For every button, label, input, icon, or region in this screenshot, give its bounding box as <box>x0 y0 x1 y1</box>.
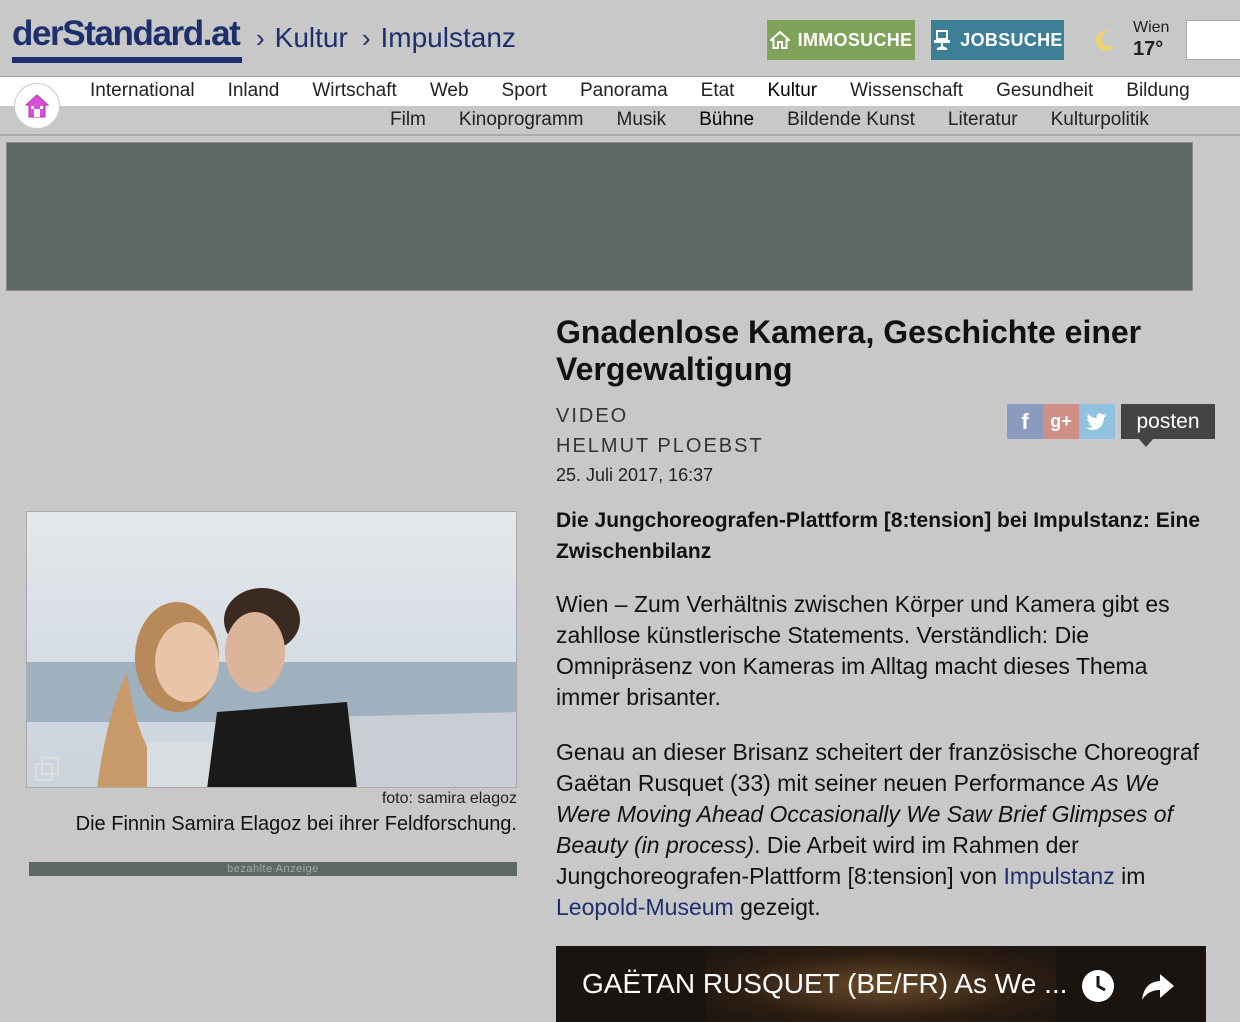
subnav-item-film[interactable]: Film <box>390 109 426 131</box>
subnav-item-literatur[interactable]: Literatur <box>948 109 1018 131</box>
article-date: 25. Juli 2017, 16:37 <box>556 465 714 485</box>
home-icon <box>24 94 50 118</box>
impulstanz-link[interactable]: Impulstanz <box>1003 863 1114 889</box>
photo-caption: Die Finnin Samira Elagoz bei ihrer Feldf… <box>75 813 517 835</box>
weather-city: Wien <box>1133 19 1170 36</box>
subnav-item-kulturpolitik[interactable]: Kulturpolitik <box>1051 109 1149 131</box>
jobsuche-label: JOBSUCHE <box>960 29 1063 50</box>
nav-item-wissenschaft[interactable]: Wissenschaft <box>850 80 963 102</box>
breadcrumb: › Kultur › Impulstanz <box>256 20 530 56</box>
subnav-item-kinoprogramm[interactable]: Kinoprogramm <box>459 109 584 131</box>
house-icon <box>769 31 790 49</box>
nav-item-kultur[interactable]: Kultur <box>767 80 817 102</box>
breadcrumb-kultur[interactable]: Kultur <box>275 22 348 53</box>
googleplus-share-button[interactable]: g+ <box>1043 404 1079 439</box>
photo-illustration <box>27 512 516 787</box>
site-logo[interactable]: derStandard.at <box>12 14 241 54</box>
nav-item-wirtschaft[interactable]: Wirtschaft <box>312 80 396 102</box>
nav-item-international[interactable]: International <box>90 80 195 102</box>
main-navigation: International Inland Wirtschaft Web Sport Pan… <box>0 76 1240 106</box>
article-photo[interactable] <box>26 511 517 788</box>
facebook-icon: f <box>1021 408 1029 434</box>
subnav-item-bildende-kunst[interactable]: Bildende Kunst <box>787 109 915 131</box>
immosuche-label: IMMOSUCHE <box>797 29 913 50</box>
article-lead: Die Jungchoreografen-Plattform [8:tensio… <box>556 509 1201 563</box>
nav-item-bildung[interactable]: Bildung <box>1126 80 1189 102</box>
article-headline: Gnadenlose Kamera, Geschichte einer Verg… <box>556 314 1142 387</box>
nav-item-gesundheit[interactable]: Gesundheit <box>996 80 1093 102</box>
nav-item-inland[interactable]: Inland <box>228 80 280 102</box>
home-button[interactable] <box>14 83 60 129</box>
top-bar: derStandard.at › Kultur › Impulstanz IMMOSU… <box>0 0 1240 76</box>
article-paragraph-2: Genau an dieser Brisanz scheitert der fr… <box>556 737 1216 923</box>
googleplus-icon: g+ <box>1050 411 1072 431</box>
twitter-bird-icon <box>1086 412 1107 430</box>
expand-icon[interactable] <box>34 756 60 782</box>
breadcrumb-impulstanz[interactable]: Impulstanz <box>381 22 516 53</box>
sub-navigation: Film Kinoprogramm Musik Bühne Bildende Kunst… <box>0 106 1240 136</box>
video-player[interactable]: GAËTAN RUSQUET (BE/FR) As We ... <box>556 946 1206 1022</box>
video-title[interactable]: GAËTAN RUSQUET (BE/FR) As We ... <box>582 968 1067 1000</box>
share-arrow-icon[interactable] <box>1140 968 1176 1004</box>
article-kicker: VIDEO <box>556 405 629 427</box>
search-input[interactable] <box>1186 20 1240 60</box>
desk-chair-icon <box>934 30 951 50</box>
paragraph-text: gezeigt. <box>733 894 821 920</box>
jobsuche-button[interactable]: JOBSUCHE <box>931 20 1064 60</box>
breadcrumb-separator: › <box>361 23 371 53</box>
posten-button[interactable]: posten <box>1121 404 1215 439</box>
leopold-museum-link[interactable]: Leopold-Museum <box>556 894 734 920</box>
nav-item-etat[interactable]: Etat <box>701 80 735 102</box>
article-author[interactable]: HELMUT PLOEBST <box>556 435 764 458</box>
photo-credit: foto: samira elagoz <box>381 790 517 807</box>
posten-pointer <box>1138 438 1154 447</box>
ad-banner[interactable] <box>6 142 1193 291</box>
nav-item-panorama[interactable]: Panorama <box>580 80 668 102</box>
twitter-share-button[interactable] <box>1079 404 1115 439</box>
weather-temperature: 17° <box>1133 38 1164 60</box>
moon-icon <box>1096 30 1115 51</box>
paragraph-text: im <box>1114 863 1146 889</box>
nav-item-sport[interactable]: Sport <box>502 80 547 102</box>
nav-item-web[interactable]: Web <box>430 80 469 102</box>
immosuche-button[interactable]: IMMOSUCHE <box>767 20 915 60</box>
main-nav-list: International Inland Wirtschaft Web Sport Pan… <box>90 80 1223 102</box>
sub-nav-list: Film Kinoprogramm Musik Bühne Bildende Kunst… <box>390 109 1182 131</box>
watch-later-clock-icon[interactable] <box>1080 968 1116 1004</box>
breadcrumb-separator: › <box>256 23 265 53</box>
facebook-share-button[interactable]: f <box>1007 404 1043 439</box>
article-paragraph-1: Wien – Zum Verhältnis zwischen Körper un… <box>556 591 1170 710</box>
subnav-item-musik[interactable]: Musik <box>617 109 667 131</box>
paid-ad-label[interactable]: bezahlte Anzeige <box>29 862 517 876</box>
logo-underline <box>12 57 242 63</box>
subnav-item-bühne[interactable]: Bühne <box>699 109 754 131</box>
